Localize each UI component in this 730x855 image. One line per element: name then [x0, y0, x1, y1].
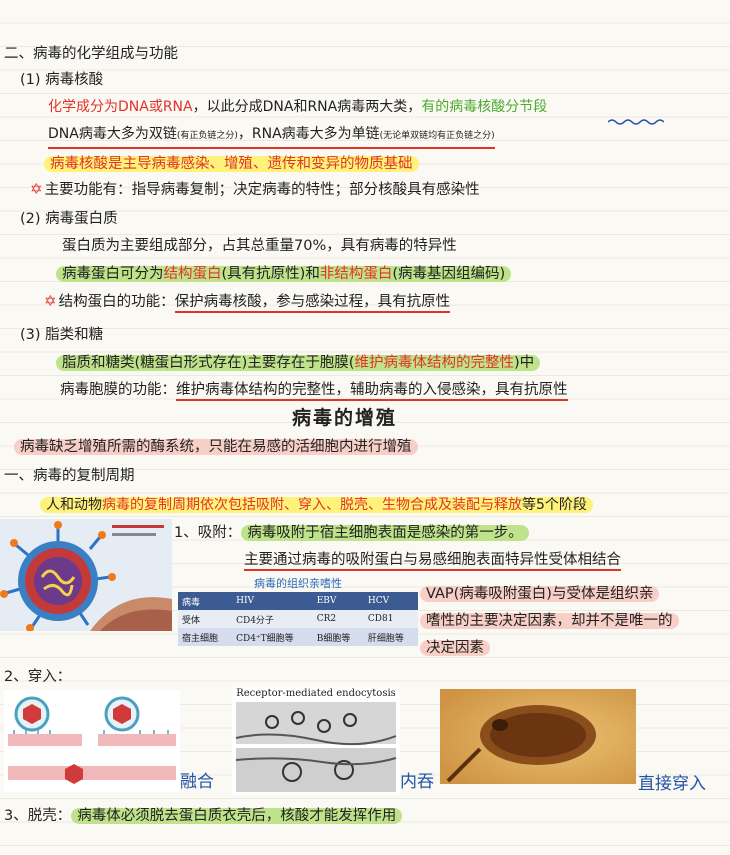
- table-header-cell: HIV: [232, 592, 313, 610]
- table-cell: 受体: [178, 610, 233, 628]
- table-header-cell: 病毒: [178, 592, 233, 610]
- nucleic-composition: 化学成分为DNA或RNA: [48, 99, 193, 115]
- rna-strand-text: ，RNA病毒大多为单链: [237, 126, 380, 142]
- table-cell: 肝细胞等: [363, 628, 418, 646]
- envelope-function-text: 维护病毒体结构的完整性，辅助病毒的入侵感染，具有抗原性: [176, 382, 568, 401]
- fusion-diagram: [4, 690, 180, 792]
- lipid-location: 脂质和糖类(糖蛋白形式存在)主要存在于胞膜(: [62, 355, 355, 371]
- nucleic-line-2: DNA病毒大多为双链(有正负链之分)，RNA病毒大多为单链(无论单双链均有正负链…: [48, 124, 495, 149]
- rna-strand-note: (无论单双链均有正负链之分): [379, 131, 495, 141]
- table-row: 受体 CD4分子 CR2 CD81: [178, 610, 418, 628]
- protein-line-1: 蛋白质为主要组成部分，占其总重量70%，具有病毒的特异性: [62, 238, 457, 254]
- lipid-line-1: 脂质和糖类(糖蛋白形式存在)主要存在于胞膜(维护病毒体结构的完整性)中: [56, 353, 541, 373]
- cycle-stages: 人和动物病毒的复制周期依次包括吸附、穿入、脱壳、生物合成及装配与释放等5个阶段: [40, 495, 593, 515]
- table-cell: CR2: [312, 610, 364, 628]
- envelope-function-label: 病毒胞膜的功能：: [60, 382, 176, 398]
- cycle-subject: 人和动物: [46, 497, 102, 513]
- lipid-heading: (3) 脂类和糖: [20, 327, 104, 343]
- direct-penetration-micrograph: [440, 689, 636, 784]
- structural-function-text: 保护病毒核酸，参与感染过程，具有抗原性: [174, 294, 451, 313]
- uncoating-line: 3、脱壳： 病毒体必须脱去蛋白质衣壳后，核酸才能发挥作用: [4, 806, 403, 826]
- protein-classification: 病毒蛋白可分为: [62, 266, 164, 282]
- nonstructural-note: (病毒基因组编码): [392, 266, 506, 282]
- vap-line-1: VAP(病毒吸附蛋白)与受体是组织亲: [420, 584, 660, 604]
- table-cell: 宿主细胞: [178, 628, 233, 646]
- star-icon: ✡: [30, 180, 43, 198]
- endocytosis-micrograph: Receptor-mediated endocytosis: [232, 687, 400, 795]
- vap-line-3: 决定因素: [420, 638, 490, 658]
- structural-protein: 结构蛋白: [163, 266, 222, 282]
- nucleic-functions: 主要功能有：指导病毒复制；决定病毒的特性；部分核酸具有感染性: [44, 182, 480, 198]
- table-header-cell: EBV: [312, 592, 364, 610]
- cycle-heading: 一、病毒的复制周期: [4, 468, 135, 484]
- table-cell: CD4分子: [232, 610, 313, 628]
- dna-strand-text: DNA病毒大多为双链: [48, 126, 177, 142]
- endocytosis-label: 内吞: [400, 772, 434, 792]
- penetration-heading: 2、穿入：: [4, 669, 72, 685]
- nucleic-classification: ，以此分成DNA和RNA病毒两大类，: [192, 99, 422, 115]
- vap-line-2: 嗜性的主要决定因素，却并不是唯一的: [420, 611, 679, 631]
- wavy-underline-decoration: [608, 119, 664, 125]
- adsorption-line-2: 主要通过病毒的吸附蛋白与易感细胞表面特异性受体相结合: [244, 550, 621, 571]
- tropism-grid: 病毒 HIV EBV HCV 受体 CD4分子 CR2 CD81 宿主细胞 CD…: [178, 592, 418, 646]
- adsorption-mechanism: 主要通过病毒的吸附蛋白与易感细胞表面特异性受体相结合: [244, 552, 621, 571]
- cycle-stage-list: 病毒的复制周期依次包括吸附、穿入、脱壳、生物合成及装配与释放: [102, 497, 522, 513]
- table-cell: CD81: [363, 610, 418, 628]
- nucleic-heading: (1) 病毒核酸: [20, 72, 104, 88]
- proliferation-intro: 病毒缺乏增殖所需的酶系统，只能在易感的活细胞内进行增殖: [14, 437, 418, 457]
- table-header-row: 病毒 HIV EBV HCV: [178, 592, 418, 610]
- direct-penetration-label: 直接穿入: [638, 774, 706, 794]
- segmented-note: 有的病毒核酸分节段: [421, 99, 548, 115]
- vap-text-2: 嗜性的主要决定因素，却并不是唯一的: [420, 613, 679, 629]
- nucleic-line-1: 化学成分为DNA或RNA，以此分成DNA和RNA病毒两大类，有的病毒核酸分节段: [48, 97, 547, 117]
- nucleic-line-4: ✡ 主要功能有：指导病毒复制；决定病毒的特性；部分核酸具有感染性: [30, 179, 480, 200]
- table-header-cell: HCV: [363, 592, 418, 610]
- tropism-table: 病毒的组织亲嗜性 病毒 HIV EBV HCV 受体 CD4分子 CR2 CD8…: [178, 576, 418, 646]
- vap-text-3: 决定因素: [420, 640, 490, 656]
- table-caption: 病毒的组织亲嗜性: [254, 577, 342, 590]
- structural-function-label: 结构蛋白的功能：: [58, 294, 175, 310]
- page-title: 病毒的增殖: [292, 407, 398, 429]
- protein-line-2: 病毒蛋白可分为结构蛋白(具有抗原性)和非结构蛋白(病毒基因组编码): [56, 264, 512, 284]
- nucleic-role-highlight: 病毒核酸是主导病毒感染、增殖、遗传和变异的物质基础: [44, 156, 419, 172]
- dna-strand-note: (有正负链之分): [176, 131, 238, 141]
- nonstructural-protein: 非结构蛋白: [319, 266, 393, 282]
- cycle-count: 等5个阶段: [522, 497, 587, 513]
- em-caption: Receptor-mediated endocytosis: [236, 688, 396, 699]
- lipid-line-2: 病毒胞膜的功能：维护病毒体结构的完整性，辅助病毒的入侵感染，具有抗原性: [60, 380, 568, 401]
- protein-heading: (2) 病毒蛋白质: [20, 211, 118, 227]
- table-cell: CD4⁺T细胞等: [232, 628, 313, 646]
- uncoating-heading: 3、脱壳：: [4, 808, 72, 824]
- adsorption-heading: 1、吸附：: [174, 525, 242, 541]
- uncoating-text: 病毒体必须脱去蛋白质衣壳后，核酸才能发挥作用: [71, 808, 403, 824]
- star-icon: ✡: [44, 292, 57, 310]
- table-row: 宿主细胞 CD4⁺T细胞等 B细胞等 肝细胞等: [178, 628, 418, 646]
- virus-adsorption-image: [0, 519, 172, 631]
- intro-highlight: 病毒缺乏增殖所需的酶系统，只能在易感的活细胞内进行增殖: [14, 439, 418, 455]
- nucleic-line-3: 病毒核酸是主导病毒感染、增殖、遗传和变异的物质基础: [44, 154, 419, 174]
- adsorption-line-1: 1、吸附： 病毒吸附于宿主细胞表面是感染的第一步。: [174, 523, 529, 543]
- adsorption-first-step: 病毒吸附于宿主细胞表面是感染的第一步。: [241, 525, 529, 541]
- lipid-location-end: )中: [513, 355, 535, 371]
- vap-text-1: VAP(病毒吸附蛋白)与受体是组织亲: [420, 586, 660, 602]
- envelope-integrity: 维护病毒体结构的完整性: [354, 355, 514, 371]
- section-heading: 二、病毒的化学组成与功能: [4, 46, 178, 62]
- fusion-label: 融合: [180, 772, 214, 792]
- structural-note: (具有抗原性)和: [221, 266, 320, 282]
- protein-line-3: ✡ 结构蛋白的功能：保护病毒核酸，参与感染过程，具有抗原性: [44, 291, 451, 313]
- table-cell: B细胞等: [312, 628, 364, 646]
